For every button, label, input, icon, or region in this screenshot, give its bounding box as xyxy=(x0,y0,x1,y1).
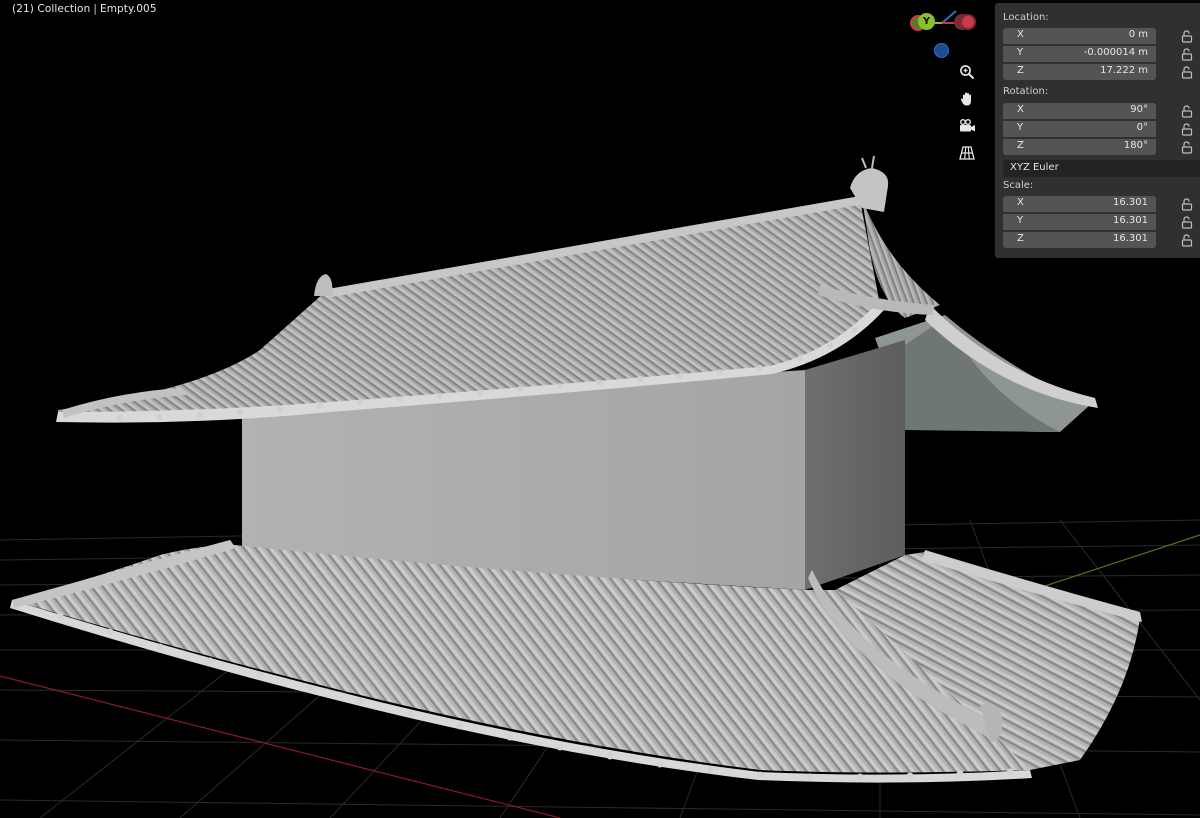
title-separator: | xyxy=(93,3,97,15)
camera-view-button[interactable] xyxy=(955,114,979,138)
axis-label: Y xyxy=(1017,122,1024,133)
rotation-y-field[interactable]: Y 0° xyxy=(1003,121,1156,137)
pan-button[interactable] xyxy=(955,87,979,111)
lock-rotation-z-icon[interactable] xyxy=(1181,141,1193,154)
gizmo-neg-z-ball[interactable] xyxy=(934,43,949,58)
field-value: 0 m xyxy=(1128,29,1148,40)
axis-label: Z xyxy=(1017,140,1024,151)
navigation-gizmo[interactable]: Y xyxy=(908,6,980,62)
rotation-mode-dropdown[interactable]: XYZ Euler xyxy=(1003,160,1200,177)
lock-location-z-icon[interactable] xyxy=(1181,66,1193,79)
rotation-x-field[interactable]: X 90° xyxy=(1003,103,1156,119)
zoom-icon xyxy=(960,65,975,80)
rotation-label: Rotation: xyxy=(1003,86,1049,97)
location-z-field[interactable]: Z 17.222 m xyxy=(1003,64,1156,80)
active-object-name: Empty.005 xyxy=(99,3,157,15)
scale-z-field[interactable]: Z 16.301 xyxy=(1003,232,1156,248)
lock-scale-y-icon[interactable] xyxy=(1181,216,1193,229)
lock-rotation-x-icon[interactable] xyxy=(1181,105,1193,118)
pan-hand-icon xyxy=(960,92,971,106)
location-y-field[interactable]: Y -0.000014 m xyxy=(1003,46,1156,62)
field-value: -0.000014 m xyxy=(1083,47,1148,58)
scale-y-field[interactable]: Y 16.301 xyxy=(1003,214,1156,230)
zoom-button[interactable] xyxy=(955,60,979,84)
wall-side xyxy=(805,340,905,590)
axis-label: X xyxy=(1017,29,1024,40)
gizmo-y-label: Y xyxy=(922,16,931,27)
axis-label: Y xyxy=(1017,215,1024,226)
field-value: 16.301 xyxy=(1113,233,1148,244)
perspective-grid-icon xyxy=(959,146,975,160)
scale-x-field[interactable]: X 16.301 xyxy=(1003,196,1156,212)
location-x-field[interactable]: X 0 m xyxy=(1003,28,1156,44)
viewport-header-text: (21) Collection | Empty.005 xyxy=(12,3,157,15)
field-value: 90° xyxy=(1130,104,1148,115)
field-value: 17.222 m xyxy=(1100,65,1148,76)
lock-scale-x-icon[interactable] xyxy=(1181,198,1193,211)
rotation-mode-value: XYZ Euler xyxy=(1010,162,1059,173)
collection-name: (21) Collection xyxy=(12,3,91,15)
field-value: 180° xyxy=(1123,140,1148,151)
location-label: Location: xyxy=(1003,12,1049,23)
axis-label: X xyxy=(1017,197,1024,208)
field-value: 0° xyxy=(1136,122,1148,133)
3d-viewport[interactable]: (21) Collection | Empty.005 Y Location: X 0… xyxy=(0,0,1200,818)
lock-location-x-icon[interactable] xyxy=(1181,30,1193,43)
field-value: 16.301 xyxy=(1113,197,1148,208)
rotation-z-field[interactable]: Z 180° xyxy=(1003,139,1156,155)
transform-panel: Location: X 0 m Y -0.000014 m Z 17.222 m Ro… xyxy=(995,3,1200,258)
scale-label: Scale: xyxy=(1003,180,1034,191)
lock-rotation-y-icon[interactable] xyxy=(1181,123,1193,136)
gizmo-x-ball[interactable] xyxy=(960,14,976,30)
gizmo-y-ball[interactable]: Y xyxy=(918,13,935,30)
perspective-toggle-button[interactable] xyxy=(955,141,979,165)
axis-label: Z xyxy=(1017,233,1024,244)
lock-scale-z-icon[interactable] xyxy=(1181,234,1193,247)
lock-location-y-icon[interactable] xyxy=(1181,48,1193,61)
axis-label: Z xyxy=(1017,65,1024,76)
field-value: 16.301 xyxy=(1113,215,1148,226)
axis-label: X xyxy=(1017,104,1024,115)
camera-icon xyxy=(960,119,975,132)
axis-label: Y xyxy=(1017,47,1024,58)
